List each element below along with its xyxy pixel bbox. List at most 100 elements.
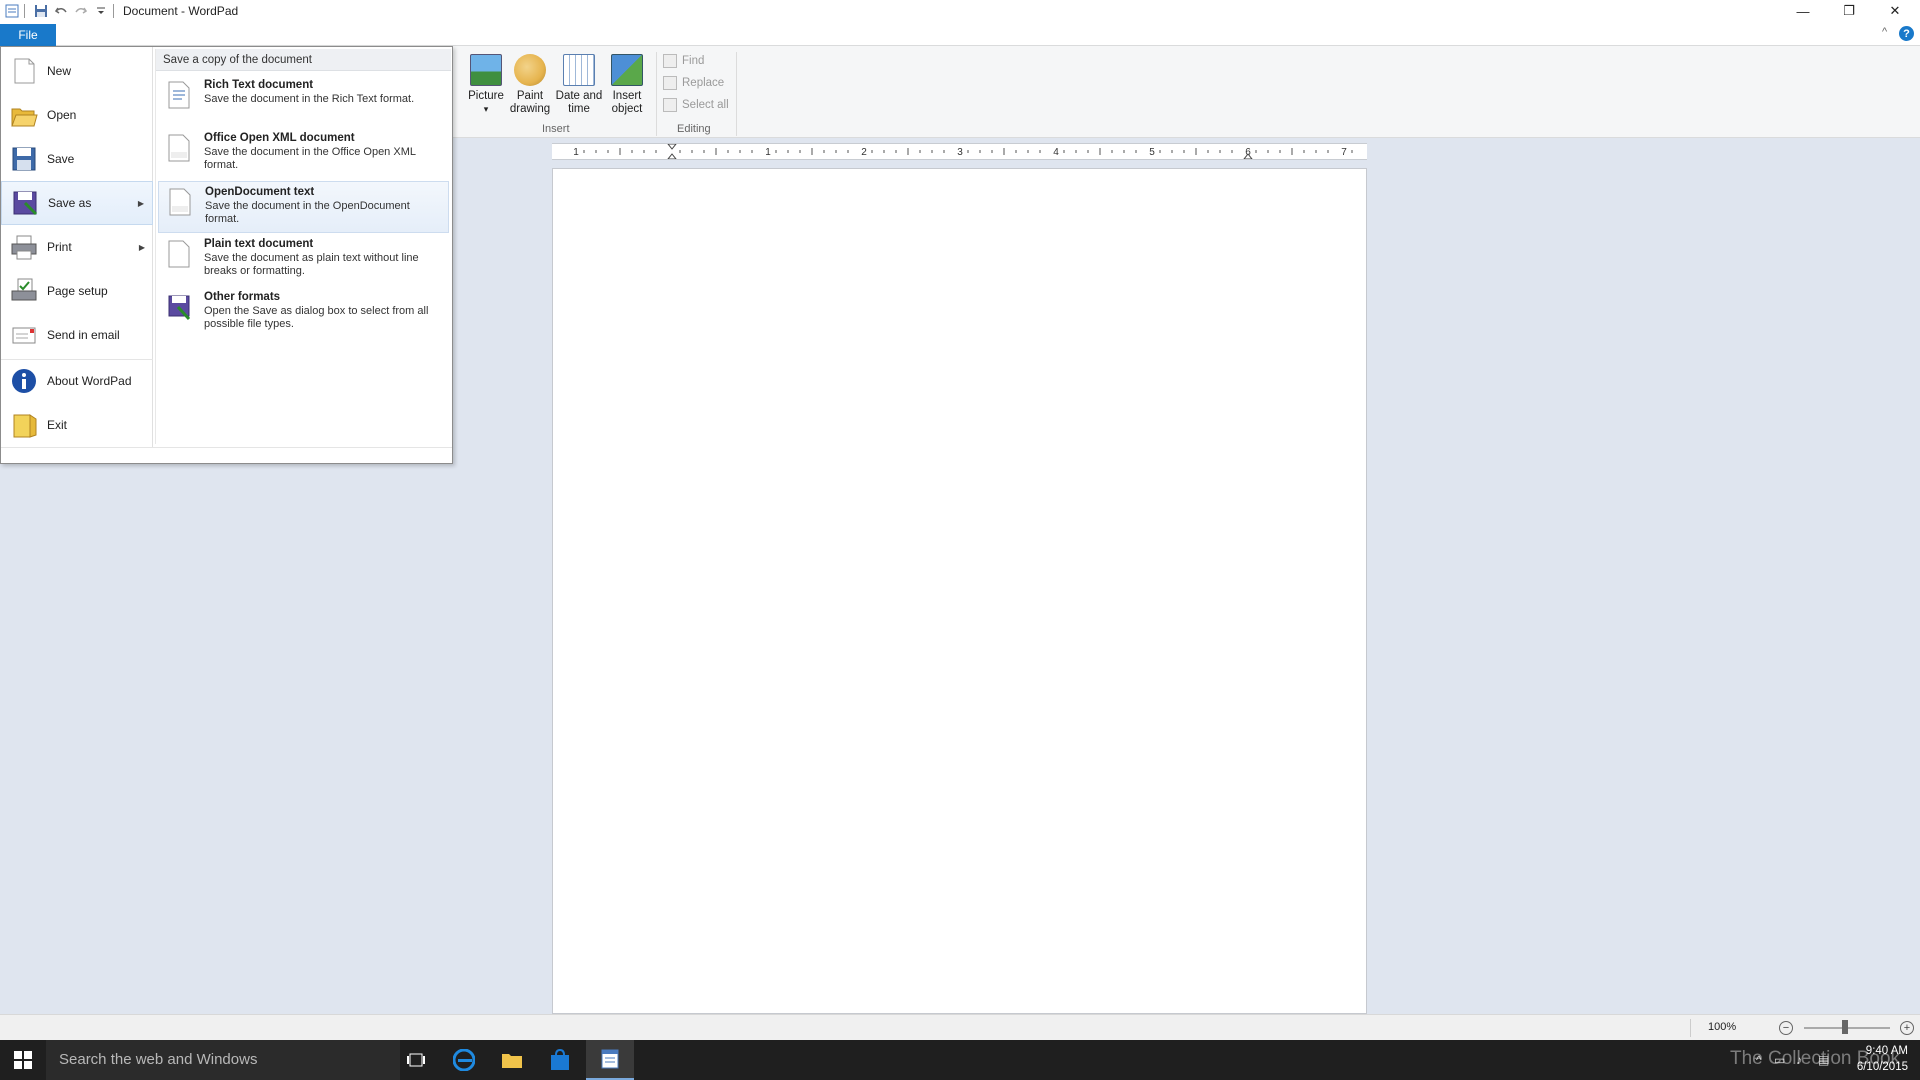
zoom-slider-thumb[interactable] (1842, 1020, 1848, 1034)
undo-icon[interactable] (53, 3, 69, 19)
left-indent-marker[interactable] (667, 153, 677, 159)
window-title: Document - WordPad (123, 4, 239, 18)
ruler-number: 7 (1341, 147, 1347, 158)
submenu-option-description: Save the document as plain text without … (204, 252, 419, 277)
menu-item-label: New (47, 64, 72, 78)
time-label: time (568, 103, 590, 115)
ribbon-separator (656, 52, 657, 136)
edge-browser-icon (453, 1049, 475, 1071)
other-formats-icon (168, 293, 191, 321)
tray-overflow-icon[interactable]: ^ (1756, 1053, 1762, 1067)
minimize-button[interactable]: — (1780, 0, 1826, 22)
picture-dropdown-icon: ▾ (483, 104, 489, 114)
menu-item-about[interactable]: About WordPad (1, 361, 153, 401)
taskbar-search-box[interactable]: Search the web and Windows (46, 1040, 400, 1080)
restore-button[interactable]: ❐ (1826, 0, 1872, 22)
menu-item-exit[interactable]: Exit (1, 405, 153, 445)
menu-separator (1, 359, 153, 360)
start-button[interactable] (0, 1040, 46, 1080)
taskbar-wordpad-button[interactable] (586, 1040, 634, 1080)
save-as-other-formats-option[interactable]: Other formats Open the Save as dialog bo… (158, 287, 449, 339)
find-button[interactable]: Find (663, 54, 704, 68)
submenu-option-title: Other formats (204, 291, 281, 303)
title-bar: Document - WordPad — ❐ ✕ (0, 0, 1920, 22)
replace-icon (663, 76, 677, 90)
wordpad-app-icon[interactable] (4, 3, 20, 19)
ruler[interactable]: 11234567 (552, 143, 1367, 160)
select-all-icon (663, 98, 677, 112)
find-label: Find (682, 55, 705, 67)
close-button[interactable]: ✕ (1872, 0, 1918, 22)
find-icon (663, 54, 677, 68)
menu-item-save-as[interactable]: Save as ▶ (1, 181, 153, 225)
page-setup-icon (10, 277, 38, 305)
task-view-button[interactable] (392, 1040, 440, 1080)
ruler-number: 1 (765, 147, 771, 158)
help-icon[interactable]: ? (1899, 26, 1914, 41)
submenu-option-title: OpenDocument text (205, 186, 315, 198)
ruler-number: 3 (957, 147, 963, 158)
ruler-number: 5 (1149, 147, 1155, 158)
collapse-ribbon-icon[interactable]: ^ (1882, 26, 1887, 38)
menu-item-send-email[interactable]: Send in email (1, 315, 153, 355)
clock-time: 9:40 AM (1865, 1045, 1908, 1057)
replace-button[interactable]: Replace (663, 76, 724, 90)
document-page[interactable] (552, 168, 1367, 1014)
action-center-icon[interactable]: ▤ (1818, 1053, 1829, 1067)
qat-separator (113, 4, 114, 18)
save-icon[interactable] (33, 3, 49, 19)
ribbon-tab-row: ^ (0, 22, 1920, 46)
editing-group-label: Editing (677, 123, 711, 135)
taskbar-file-explorer-button[interactable] (488, 1040, 536, 1080)
save-as-plain-text-option[interactable]: Plain text document Save the document as… (158, 234, 449, 286)
submenu-option-title: Rich Text document (204, 79, 314, 91)
zoom-in-button[interactable]: + (1900, 1021, 1914, 1035)
save-as-odt-option[interactable]: OpenDocument text Save the document in t… (158, 181, 449, 233)
save-as-rtf-option[interactable]: Rich Text document Save the document in … (158, 75, 449, 127)
menu-item-new[interactable]: New (1, 51, 153, 91)
paint-label: Paint (516, 90, 544, 102)
menu-item-open[interactable]: Open (1, 95, 153, 135)
odt-document-icon (169, 188, 191, 216)
date-time-button[interactable]: Date and time (554, 54, 604, 116)
picture-button[interactable]: Picture ▾ (464, 54, 508, 116)
select-all-button[interactable]: Select all (663, 98, 729, 112)
windows-logo-icon (14, 1051, 32, 1069)
zoom-out-button[interactable]: − (1779, 1021, 1793, 1035)
network-icon[interactable]: ▭ (1774, 1053, 1785, 1067)
drawing-label: drawing (509, 103, 551, 115)
menu-item-save[interactable]: Save (1, 139, 153, 179)
paint-palette-icon (514, 54, 546, 86)
menu-item-label: Open (47, 108, 77, 122)
file-tab[interactable]: File (0, 24, 56, 46)
ruler-number: 1 (573, 147, 579, 158)
submenu-option-title: Office Open XML document (204, 132, 355, 144)
ruler-number: 4 (1053, 147, 1059, 158)
store-bag-icon (551, 1049, 569, 1070)
customize-qat-icon[interactable] (93, 3, 109, 19)
taskbar-store-button[interactable] (536, 1040, 584, 1080)
taskbar-edge-button[interactable] (440, 1040, 488, 1080)
taskbar-clock[interactable]: 9:40 AM 6/10/2015 (1844, 1043, 1908, 1075)
rtf-document-icon (168, 81, 190, 109)
first-line-indent-marker[interactable] (667, 144, 677, 150)
paint-drawing-button[interactable]: Paint drawing (508, 54, 552, 116)
insert-object-button[interactable]: Insert object (605, 54, 649, 116)
submenu-arrow-icon: ▶ (137, 198, 144, 208)
menu-item-label: Page setup (47, 284, 108, 298)
statusbar-divider (1690, 1019, 1691, 1037)
docx-document-icon (168, 134, 190, 162)
menu-item-page-setup[interactable]: Page setup (1, 271, 153, 311)
save-as-docx-option[interactable]: Office Open XML document Save the docume… (158, 128, 449, 180)
menu-item-label: Send in email (47, 328, 120, 342)
menu-item-label: Exit (47, 418, 68, 432)
menu-item-print[interactable]: Print ▶ (1, 227, 153, 267)
menu-item-label: About WordPad (47, 374, 132, 388)
file-menu-footer (1, 447, 452, 463)
select-all-label: Select all (682, 99, 729, 111)
calendar-clock-icon (563, 54, 595, 86)
folder-icon (502, 1054, 522, 1068)
email-icon (10, 321, 38, 349)
redo-icon[interactable] (73, 3, 89, 19)
volume-icon[interactable]: ♪ (1796, 1053, 1802, 1067)
